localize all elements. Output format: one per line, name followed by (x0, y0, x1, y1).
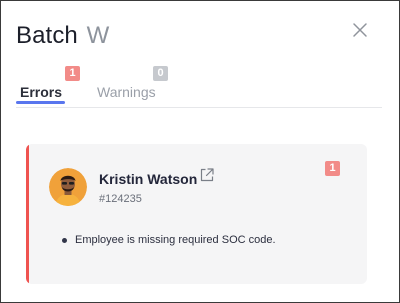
employee-id: #124235 (99, 193, 142, 205)
external-link-icon (200, 168, 214, 182)
batch-panel: Batch W 1 0 Errors Warnings Kristin Wats… (0, 0, 400, 303)
panel-title-suffix: W (86, 22, 110, 49)
warnings-count-badge: 0 (153, 66, 168, 81)
active-tab-indicator (16, 101, 65, 104)
errors-count-badge: 1 (65, 66, 80, 81)
panel-title-text: Batch (16, 22, 78, 49)
error-card: Kristin Watson #124235 1 Employee is mis… (26, 144, 367, 284)
error-message: Employee is missing required SOC code. (75, 234, 276, 246)
close-icon (353, 23, 367, 37)
tab-errors[interactable]: Errors (20, 83, 62, 101)
employee-name: Kristin Watson (99, 171, 198, 187)
open-employee-link[interactable] (199, 167, 215, 183)
close-button[interactable] (351, 21, 369, 39)
card-error-count-badge: 1 (325, 161, 340, 176)
tab-warnings[interactable]: Warnings (97, 83, 156, 101)
error-card-accent (26, 144, 29, 284)
avatar (49, 168, 87, 206)
panel-title: Batch W (16, 21, 109, 51)
bullet-dot (62, 238, 67, 243)
tabs-divider (16, 107, 382, 108)
